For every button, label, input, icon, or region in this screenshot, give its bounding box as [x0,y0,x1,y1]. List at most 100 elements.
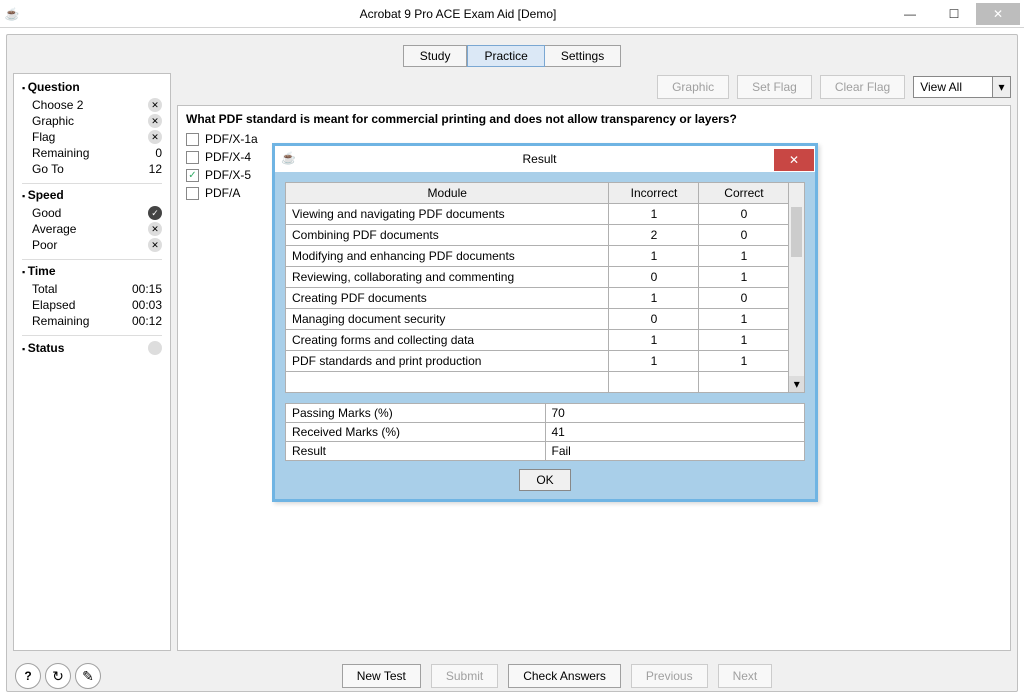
next-button[interactable]: Next [718,664,773,688]
sidebar-speed-header: Speed [22,188,162,202]
sidebar-question-section: Question Choose 2✕ Graphic✕ Flag✕ Remain… [22,80,162,177]
table-row[interactable]: Modifying and enhancing PDF documents11 [286,246,789,267]
edit-button[interactable]: ✎ [75,663,101,689]
sidebar-total: Total00:15 [22,281,162,297]
set-flag-button[interactable]: Set Flag [737,75,812,99]
check-answers-button[interactable]: Check Answers [508,664,621,688]
table-row[interactable]: Viewing and navigating PDF documents10 [286,204,789,225]
previous-button[interactable]: Previous [631,664,708,688]
scroll-down-icon[interactable]: ▾ [789,376,804,392]
table-row[interactable]: Managing document security01 [286,309,789,330]
x-icon: ✕ [148,98,162,112]
sidebar-good: Good✓ [22,205,162,221]
sidebar-status-section: Status [22,340,162,356]
cell-module: Managing document security [286,309,609,330]
history-button[interactable]: ↻ [45,663,71,689]
cell-correct: 1 [699,309,789,330]
table-row[interactable]: Reviewing, collaborating and commenting0… [286,267,789,288]
cell-correct: 1 [699,351,789,372]
new-test-button[interactable]: New Test [342,664,421,688]
maximize-button[interactable]: ☐ [932,3,976,25]
check-icon: ✓ [148,206,162,220]
sidebar-choose: Choose 2✕ [22,97,162,113]
x-icon: ✕ [148,114,162,128]
dialog-titlebar[interactable]: Result ✕ [275,146,815,172]
divider [22,259,162,260]
table-row[interactable]: PDF standards and print production11 [286,351,789,372]
summary-row: Passing Marks (%)70 [286,404,805,423]
sidebar-speed-section: Speed Good✓ Average✕ Poor✕ [22,188,162,253]
cell-module: Combining PDF documents [286,225,609,246]
window-buttons: — ☐ ✕ [888,3,1020,25]
cell-module: Reviewing, collaborating and commenting [286,267,609,288]
checkbox-icon[interactable] [186,133,199,146]
cell-module: Modifying and enhancing PDF documents [286,246,609,267]
dialog-close-button[interactable]: ✕ [774,149,814,171]
submit-button[interactable]: Submit [431,664,498,688]
cell-correct: 1 [699,246,789,267]
titlebar: Acrobat 9 Pro ACE Exam Aid [Demo] — ☐ ✕ [0,0,1024,28]
view-combo[interactable]: View All ▾ [913,76,1011,98]
tab-study[interactable]: Study [403,45,468,67]
sidebar-time-remaining: Remaining00:12 [22,313,162,329]
divider [22,183,162,184]
cell-incorrect: 0 [609,309,699,330]
cell-incorrect: 2 [609,225,699,246]
bottom-center: New Test Submit Check Answers Previous N… [105,664,1009,688]
table-row[interactable]: Creating PDF documents10 [286,288,789,309]
help-button[interactable]: ? [15,663,41,689]
cell-incorrect: 1 [609,204,699,225]
sidebar-question-header: Question [22,80,162,94]
col-module[interactable]: Module [286,183,609,204]
summary-table: Passing Marks (%)70 Received Marks (%)41… [285,403,805,461]
result-table: Module Incorrect Correct Viewing and nav… [285,182,789,393]
scroll-thumb[interactable] [791,207,802,257]
x-icon: ✕ [148,222,162,236]
summary-row: ResultFail [286,442,805,461]
java-icon [4,6,20,22]
dialog-title: Result [305,152,774,166]
tab-settings[interactable]: Settings [545,45,621,67]
sidebar-elapsed: Elapsed00:03 [22,297,162,313]
graphic-button[interactable]: Graphic [657,75,729,99]
cell-correct: 1 [699,267,789,288]
cell-incorrect: 1 [609,330,699,351]
checkbox-icon[interactable] [186,187,199,200]
checkbox-icon[interactable] [186,169,199,182]
clear-flag-button[interactable]: Clear Flag [820,75,905,99]
dialog-body: Module Incorrect Correct Viewing and nav… [275,172,815,499]
minimize-button[interactable]: — [888,3,932,25]
window-title: Acrobat 9 Pro ACE Exam Aid [Demo] [28,7,888,21]
cell-incorrect: 1 [609,246,699,267]
sidebar-status: Status [22,340,162,356]
x-icon: ✕ [148,130,162,144]
cell-correct: 0 [699,225,789,246]
cell-module: Creating PDF documents [286,288,609,309]
col-correct[interactable]: Correct [699,183,789,204]
table-row[interactable]: Creating forms and collecting data11 [286,330,789,351]
cell-correct: 0 [699,288,789,309]
cell-module: Creating forms and collecting data [286,330,609,351]
col-incorrect[interactable]: Incorrect [609,183,699,204]
cell-incorrect: 1 [609,288,699,309]
cell-module: PDF standards and print production [286,351,609,372]
cell-correct: 0 [699,204,789,225]
sidebar-remaining: Remaining0 [22,145,162,161]
toolbar: Graphic Set Flag Clear Flag View All ▾ [177,73,1011,101]
sidebar-graphic: Graphic✕ [22,113,162,129]
ok-button[interactable]: OK [519,469,570,491]
question-text: What PDF standard is meant for commercia… [186,112,1002,126]
sidebar: Question Choose 2✕ Graphic✕ Flag✕ Remain… [13,73,171,651]
java-icon [281,151,297,167]
table-row[interactable]: Combining PDF documents20 [286,225,789,246]
view-combo-text: View All [914,77,992,97]
checkbox-icon[interactable] [186,151,199,164]
cell-incorrect: 0 [609,267,699,288]
scrollbar[interactable]: ▾ [789,182,805,393]
sidebar-time-section: Time Total00:15 Elapsed00:03 Remaining00… [22,264,162,329]
sidebar-goto[interactable]: Go To12 [22,161,162,177]
sidebar-poor: Poor✕ [22,237,162,253]
close-button[interactable]: ✕ [976,3,1020,25]
tab-practice[interactable]: Practice [467,45,544,67]
chevron-down-icon[interactable]: ▾ [992,77,1010,97]
